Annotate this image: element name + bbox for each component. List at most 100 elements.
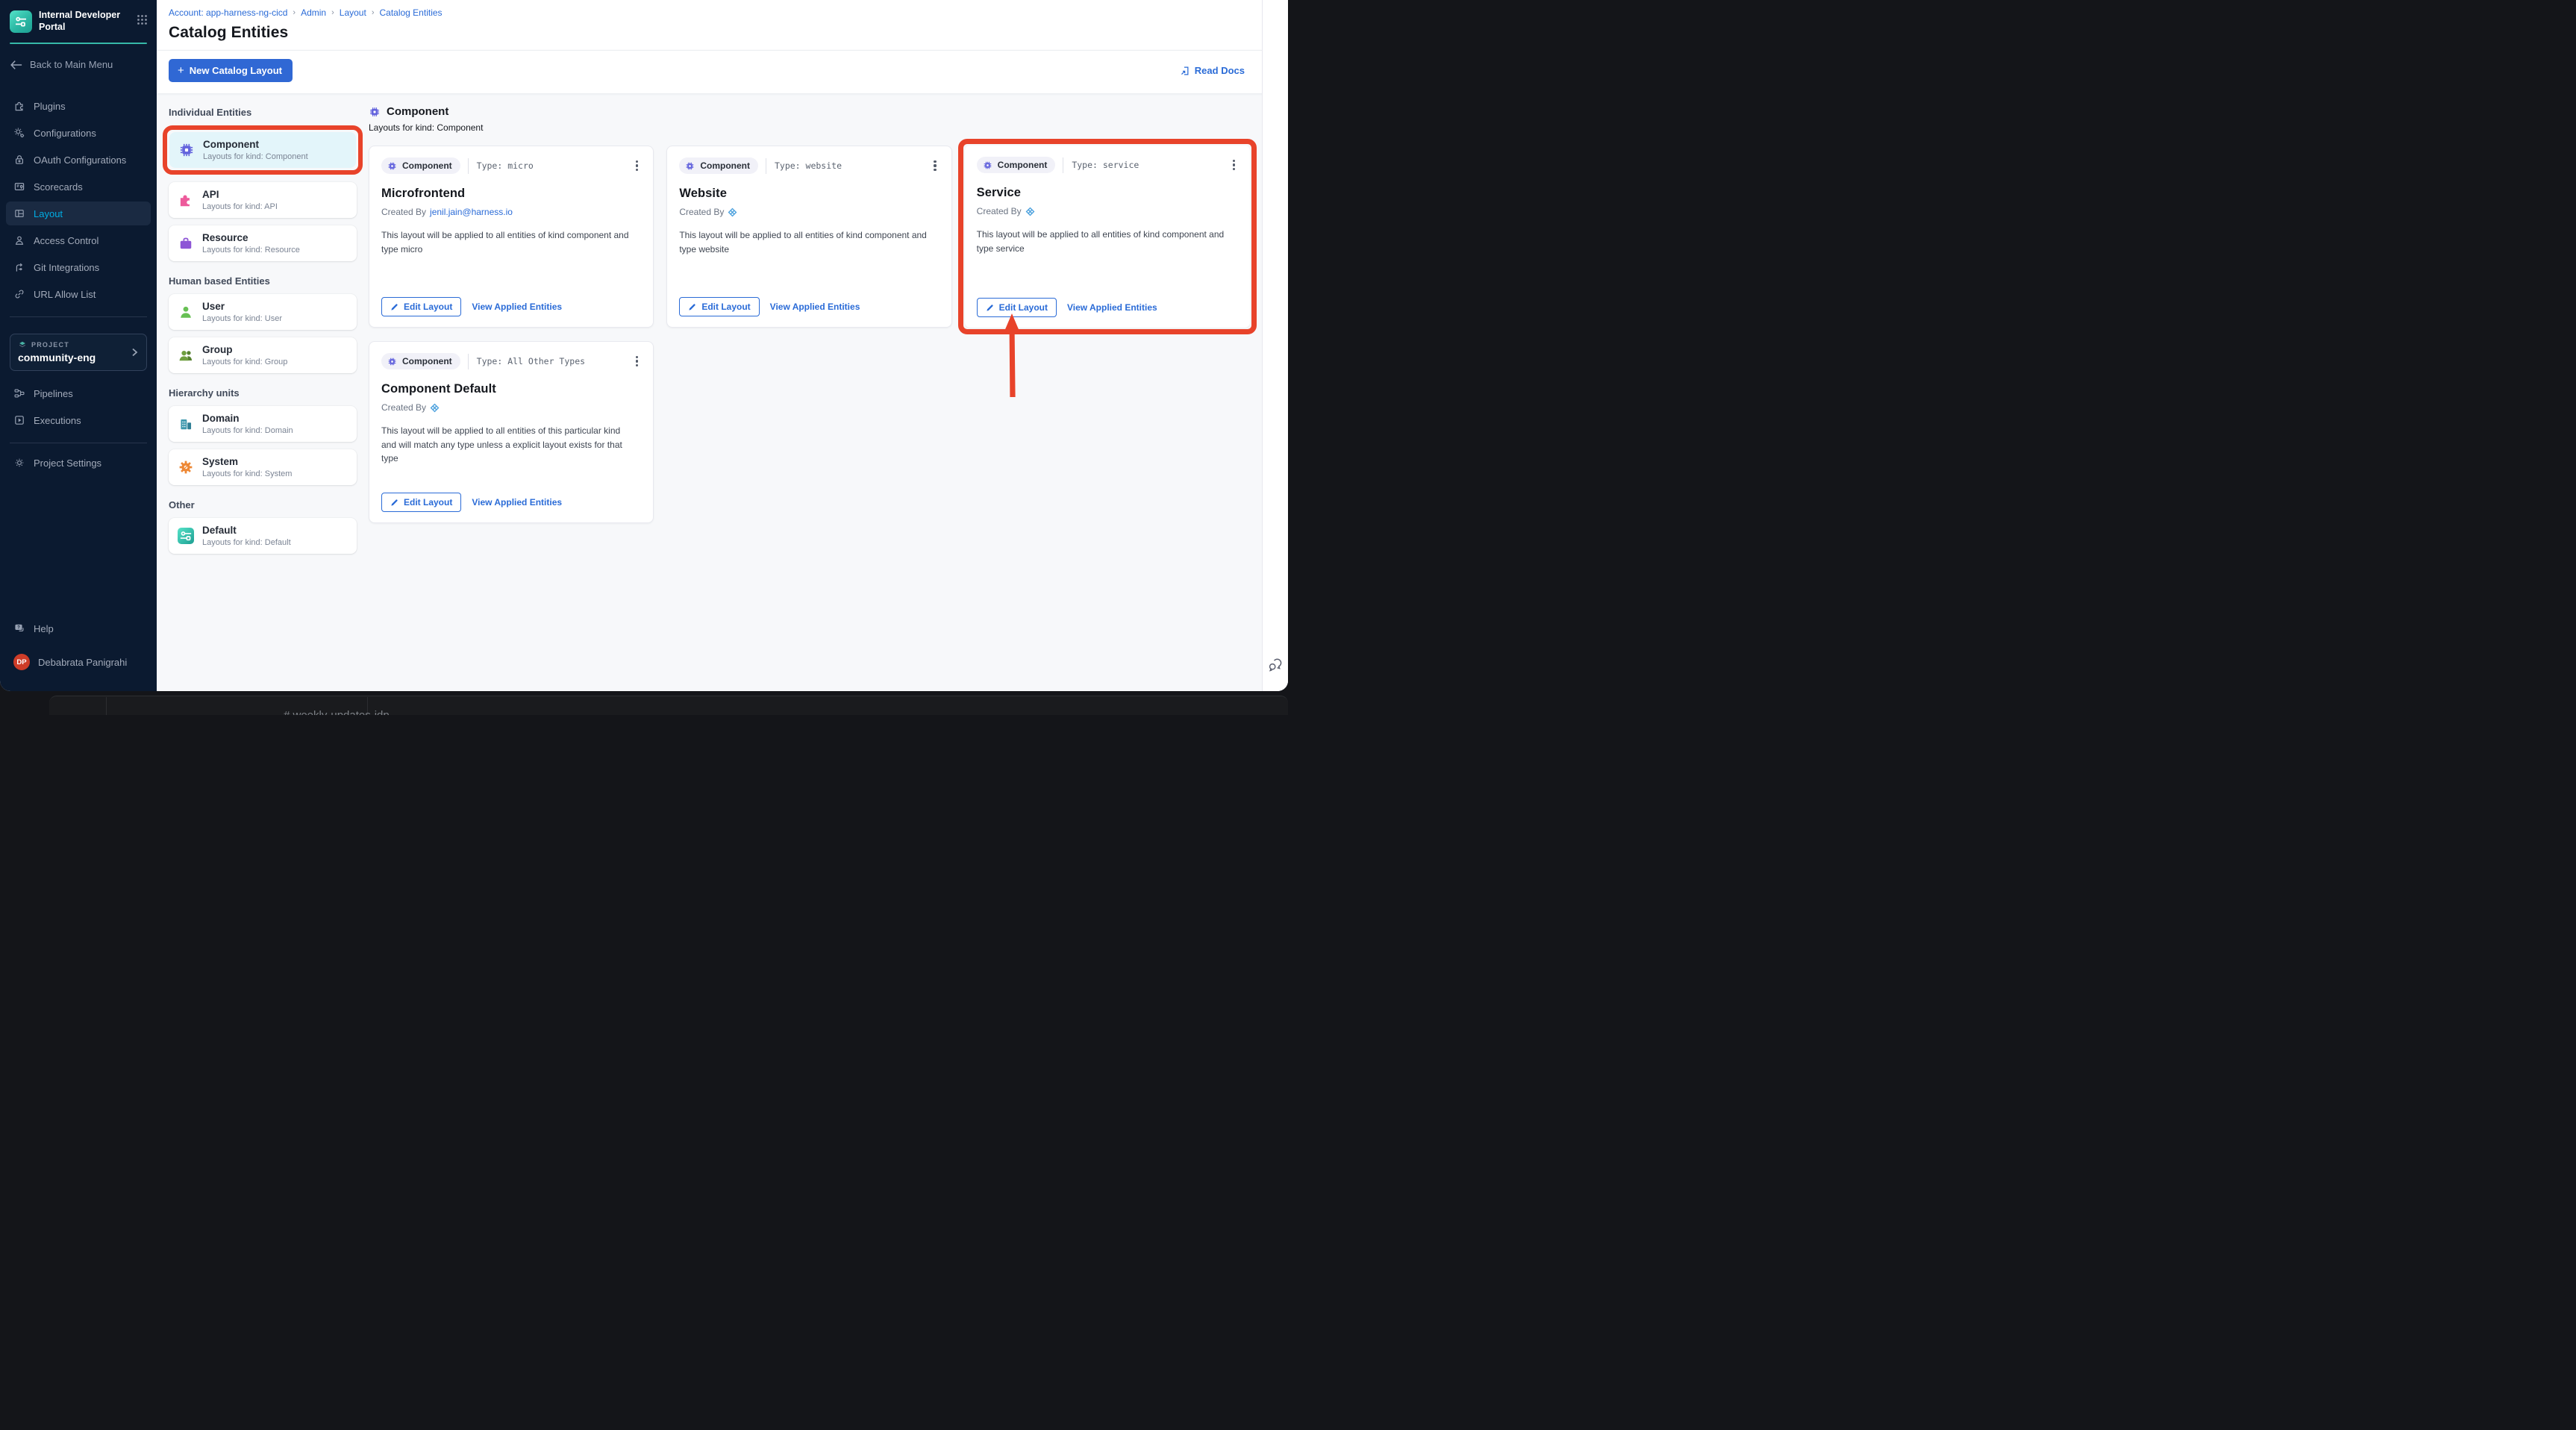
section-title: Human based Entities — [169, 275, 270, 287]
user-menu[interactable]: DP Debabrata Panigrahi — [6, 648, 151, 676]
view-applied-entities-link[interactable]: View Applied Entities — [770, 302, 860, 312]
kebab-menu-icon[interactable] — [931, 158, 939, 174]
entity-item-component[interactable]: Component Layouts for kind: Component — [169, 132, 356, 168]
edit-layout-button[interactable]: Edit Layout — [976, 298, 1057, 317]
help-chat-icon: ? — [15, 624, 24, 631]
type-label: Type: website — [765, 157, 842, 174]
sidebar-item-scorecards[interactable]: Scorecards — [6, 175, 151, 199]
new-catalog-layout-button[interactable]: + New Catalog Layout — [169, 59, 293, 82]
view-applied-entities-link[interactable]: View Applied Entities — [1067, 302, 1157, 313]
annotation-box: Component Type: service Service Created … — [957, 139, 1257, 397]
entity-kind-panel: Individual Entities Component Layouts fo… — [163, 103, 363, 691]
read-docs-link[interactable]: Read Docs — [1180, 65, 1245, 76]
executions-icon — [15, 416, 24, 425]
view-applied-entities-link[interactable]: View Applied Entities — [472, 302, 562, 312]
arrow-left-icon — [10, 60, 22, 69]
pipelines-icon — [14, 389, 25, 398]
edit-layout-button[interactable]: Edit Layout — [381, 493, 462, 512]
view-applied-entities-link[interactable]: View Applied Entities — [472, 497, 562, 508]
layout-card-microfrontend: Component Type: micro Microfrontend Crea… — [369, 146, 654, 328]
sidebar-item-project-settings[interactable]: Project Settings — [6, 451, 151, 475]
project-eyebrow-label: PROJECT — [31, 341, 69, 349]
kebab-menu-icon[interactable] — [633, 354, 641, 369]
pencil-icon — [688, 303, 696, 311]
card-description: This layout will be applied to all entit… — [381, 425, 622, 464]
gear-icon — [15, 458, 24, 467]
card-description: This layout will be applied to all entit… — [381, 230, 629, 255]
sidebar-item-layout[interactable]: Layout — [6, 202, 151, 226]
type-label: Type: service — [1063, 157, 1139, 173]
created-by-row: Created By jenil.jain@harness.io — [381, 207, 513, 217]
kind-header: Component — [369, 105, 1250, 118]
branch-arrows-icon — [16, 263, 23, 272]
page-gutter — [1262, 0, 1288, 691]
breadcrumb-catalog-entities[interactable]: Catalog Entities — [379, 7, 442, 18]
sidebar-item-access-control[interactable]: Access Control — [6, 228, 151, 252]
harness-logo-icon — [1025, 207, 1035, 216]
edit-layout-button[interactable]: Edit Layout — [679, 297, 760, 316]
resource-briefcase-icon — [180, 237, 192, 249]
component-badge: Component — [381, 353, 460, 369]
component-chip-icon — [387, 357, 397, 366]
breadcrumb-layout[interactable]: Layout — [340, 7, 366, 18]
person-icon — [15, 236, 24, 246]
layers-icon — [19, 342, 26, 348]
edit-layout-button[interactable]: Edit Layout — [381, 297, 462, 316]
kebab-menu-icon[interactable] — [633, 158, 641, 174]
background-window-frame — [49, 696, 1288, 715]
sidebar-item-url-allow-list[interactable]: URL Allow List — [6, 282, 151, 306]
created-by-row: Created By — [679, 207, 939, 217]
sidebar-item-oauth-configurations[interactable]: OAuth Configurations — [6, 148, 151, 172]
app-grid-icon[interactable] — [137, 14, 148, 29]
entity-item-resource[interactable]: Resource Layouts for kind: Resource — [169, 225, 357, 261]
type-label: Type: All Other Types — [467, 353, 585, 369]
card-title: Service — [976, 186, 1022, 199]
harness-logo-icon — [430, 403, 440, 413]
project-menu: Pipelines Executions — [0, 381, 157, 435]
harness-logo-icon — [728, 207, 737, 217]
entity-item-group[interactable]: Group Layouts for kind: Group — [169, 337, 357, 373]
background-channel-text: # weekly-updates-idp — [284, 709, 390, 715]
breadcrumb-account[interactable]: Account: app-harness-ng-cicd — [169, 7, 287, 18]
group-icon — [179, 350, 193, 361]
page-title: Catalog Entities — [169, 24, 289, 41]
layout-icon — [15, 210, 24, 218]
entity-item-api[interactable]: API Layouts for kind: API — [169, 182, 357, 218]
sidebar-item-pipelines[interactable]: Pipelines — [6, 381, 151, 405]
annotation-box: Component Layouts for kind: Component — [163, 125, 363, 175]
desktop-background: Internal Developer Portal Back to Main M… — [0, 0, 1288, 715]
kebab-menu-icon[interactable] — [1230, 157, 1238, 173]
section-title: Individual Entities — [169, 107, 252, 118]
entity-item-default[interactable]: Default Layouts for kind: Default — [169, 518, 357, 554]
section-title: Other — [169, 499, 195, 511]
chevron-right-icon — [132, 348, 138, 356]
sidebar-item-git-integrations[interactable]: Git Integrations — [6, 255, 151, 279]
sidebar-item-executions[interactable]: Executions — [6, 408, 151, 432]
pencil-icon — [390, 303, 398, 311]
kind-subtitle: Layouts for kind: Component — [369, 122, 484, 133]
sidebar-item-plugins[interactable]: Plugins — [6, 94, 151, 118]
breadcrumb-separator: › — [371, 8, 375, 17]
component-chip-icon — [685, 161, 695, 171]
sidebar-item-configurations[interactable]: Configurations — [6, 121, 151, 145]
entity-item-system[interactable]: System Layouts for kind: System — [169, 449, 357, 485]
section-title: Hierarchy units — [169, 387, 240, 399]
page-header: Account: app-harness-ng-cicd › Admin › L… — [157, 0, 1288, 50]
entity-item-domain[interactable]: Domain Layouts for kind: Domain — [169, 406, 357, 442]
pencil-icon — [986, 304, 994, 312]
api-puzzle-icon — [180, 195, 190, 207]
type-label: Type: micro — [467, 157, 534, 174]
entity-item-user[interactable]: User Layouts for kind: User — [169, 294, 357, 330]
puzzle-icon — [15, 102, 23, 111]
background-divider — [106, 697, 107, 715]
breadcrumb-admin[interactable]: Admin — [301, 7, 326, 18]
help-button[interactable]: ? Help — [6, 616, 151, 640]
chat-bubbles-icon[interactable] — [1266, 655, 1284, 673]
component-chip-icon — [178, 142, 195, 158]
svg-text:?: ? — [17, 625, 20, 630]
created-by-link[interactable]: jenil.jain@harness.io — [430, 207, 513, 217]
user-icon — [181, 306, 191, 318]
back-to-main-menu[interactable]: Back to Main Menu — [0, 44, 157, 75]
project-selector[interactable]: PROJECT community-eng — [10, 334, 147, 372]
domain-building-icon — [181, 419, 192, 430]
